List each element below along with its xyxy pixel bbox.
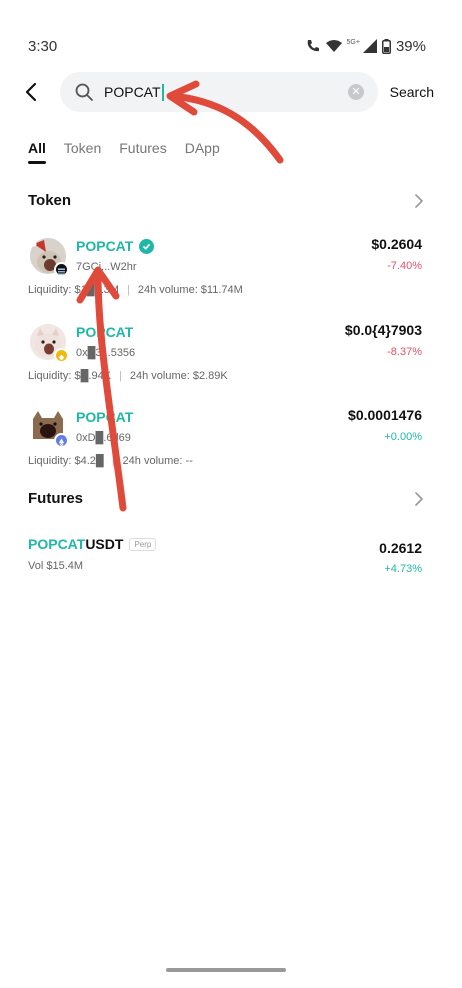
- search-row: POPCAT ✕ Search: [24, 72, 434, 112]
- tab-dapp[interactable]: DApp: [185, 140, 220, 156]
- token-address: 7GCi...W2hr: [76, 261, 137, 273]
- token-stats: Liquidity: $█.94K | 24h volume: $2.89K: [28, 370, 228, 382]
- token-price: $0.0001476: [348, 407, 422, 423]
- search-input[interactable]: POPCAT ✕: [60, 72, 378, 112]
- chevron-right-icon: [415, 491, 423, 506]
- tab-all[interactable]: All: [28, 140, 46, 164]
- token-avatar: [30, 409, 69, 448]
- search-button[interactable]: Search: [390, 84, 434, 100]
- futures-volume: Vol $15.4M: [28, 560, 84, 572]
- divider: |: [119, 370, 122, 382]
- futures-row[interactable]: POPCATUSDT Perp Vol $15.4M 0.2612 +4.73%: [28, 536, 422, 576]
- token-name: POPCAT: [76, 238, 155, 254]
- token-liquidity: Liquidity: $4.2█: [28, 455, 104, 467]
- token-address: 0x█3...5356: [76, 347, 136, 359]
- token-row[interactable]: POPCAT 7GCi...W2hr Liquidity: $1█.13M | 24…: [28, 232, 422, 306]
- back-arrow-icon: [25, 82, 37, 102]
- bnb-chain-icon: [54, 348, 69, 363]
- status-time: 3:30: [28, 37, 58, 55]
- token-row[interactable]: POPCAT 0x█3...5356 Liquidity: $█.94K | 24h…: [28, 318, 422, 392]
- token-row[interactable]: POPCAT 0xD█.6d69 Liquidity: $4.2█ | 24h vo…: [28, 403, 422, 477]
- token-price: $0.0{4}7903: [344, 322, 422, 338]
- battery-icon: [381, 38, 391, 54]
- token-name: POPCAT: [76, 324, 133, 340]
- token-volume: 24h volume: $2.89K: [129, 370, 228, 382]
- perp-badge: Perp: [129, 537, 157, 551]
- token-avatar: [30, 324, 69, 363]
- divider: |: [126, 284, 130, 296]
- token-price: $0.2604: [371, 236, 422, 252]
- signal-icon: [362, 39, 377, 53]
- back-button[interactable]: [24, 72, 52, 112]
- search-query-text: POPCAT: [104, 84, 161, 100]
- token-change: -8.37%: [387, 346, 422, 358]
- token-liquidity: Liquidity: $█.94K: [28, 370, 112, 382]
- futures-base: POPCAT: [28, 536, 86, 552]
- futures-quote: USDT: [85, 536, 124, 552]
- call-icon: [307, 40, 319, 52]
- token-name-text: POPCAT: [76, 409, 134, 425]
- battery-level: 39%: [395, 37, 426, 55]
- ethereum-chain-icon: [54, 433, 69, 448]
- token-section-header[interactable]: Token: [28, 192, 426, 209]
- futures-price: 0.2612: [379, 540, 422, 556]
- search-icon: [75, 83, 93, 101]
- token-stats: Liquidity: $1█.13M | 24h volume: $11.74M: [28, 284, 243, 296]
- status-icons: 5G+ 39%: [305, 38, 426, 55]
- futures-section-header[interactable]: Futures: [28, 490, 426, 507]
- token-liquidity: Liquidity: $1█.13M: [28, 284, 119, 296]
- token-name-text: POPCAT: [76, 324, 134, 340]
- token-volume: 24h volume: --: [122, 455, 193, 467]
- futures-pair: POPCATUSDT Perp: [28, 536, 422, 552]
- chevron-right-icon: [415, 193, 423, 208]
- token-section-title: Token: [28, 192, 72, 209]
- futures-section-title: Futures: [28, 490, 84, 507]
- home-indicator[interactable]: [166, 968, 286, 972]
- divider: |: [111, 455, 115, 467]
- token-name: POPCAT: [76, 409, 133, 425]
- tab-futures[interactable]: Futures: [119, 140, 166, 156]
- tab-token[interactable]: Token: [64, 140, 101, 156]
- network-type: 5G+: [346, 38, 360, 46]
- search-query[interactable]: POPCAT: [104, 83, 164, 101]
- wifi-icon: [325, 40, 342, 52]
- token-change: +0.00%: [384, 431, 422, 443]
- clear-icon[interactable]: ✕: [348, 84, 364, 100]
- token-avatar: [30, 238, 69, 277]
- status-bar: 3:30 5G+ 39%: [28, 36, 426, 56]
- token-change: -7.40%: [387, 260, 422, 272]
- filter-tabs: All Token Futures DApp: [28, 140, 220, 164]
- token-address: 0xD█.6d69: [76, 432, 131, 444]
- token-volume: 24h volume: $11.74M: [137, 284, 243, 296]
- solana-chain-icon: [54, 262, 69, 277]
- token-name-text: POPCAT: [76, 238, 134, 254]
- verified-icon: [139, 238, 155, 254]
- text-cursor: [161, 83, 164, 101]
- futures-change: +4.73%: [384, 563, 422, 575]
- token-stats: Liquidity: $4.2█ | 24h volume: --: [28, 455, 193, 467]
